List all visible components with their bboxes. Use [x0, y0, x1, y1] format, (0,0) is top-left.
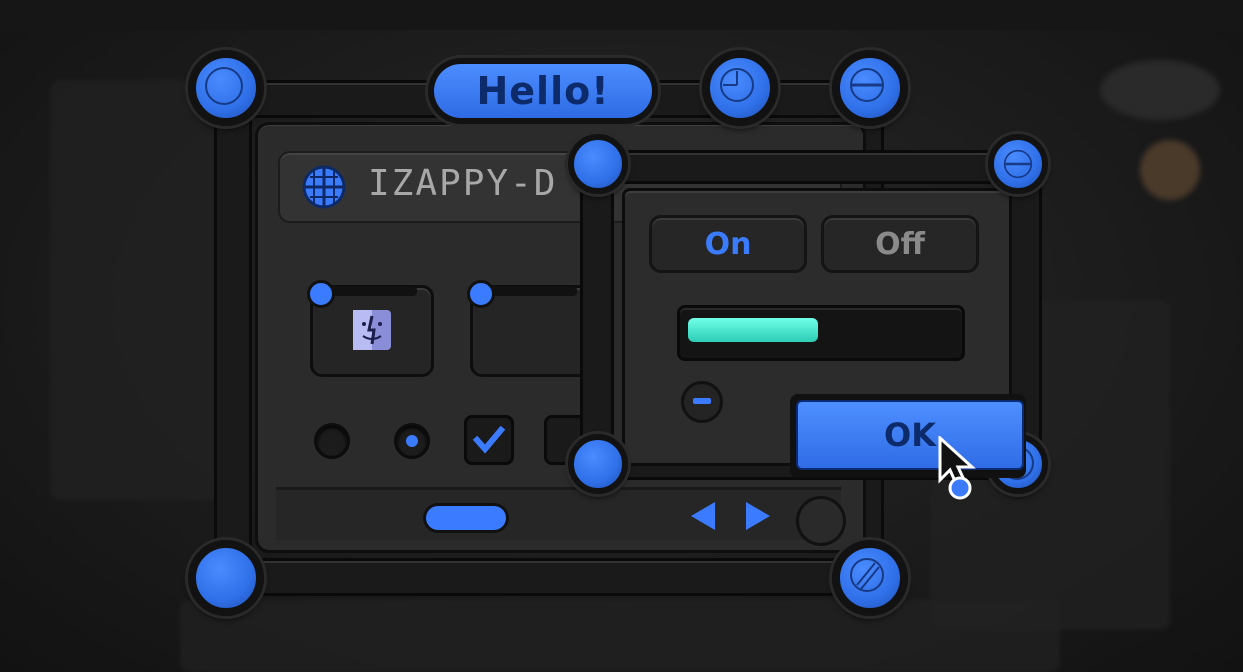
check-icon	[472, 425, 506, 454]
ok-label: OK	[796, 400, 1024, 470]
finder-button[interactable]	[307, 280, 434, 377]
progress-bar	[677, 305, 965, 361]
button-top-bar	[487, 286, 577, 296]
scroll-knob[interactable]	[796, 496, 846, 546]
background-menubar	[0, 0, 1243, 30]
bottom-controls	[276, 487, 846, 546]
minus-circle-button[interactable]	[832, 50, 908, 126]
frame-bar-left	[214, 80, 252, 596]
hello-label: Hello!	[434, 64, 652, 118]
checkbox-checked[interactable]	[464, 415, 514, 465]
background-panel	[180, 600, 1060, 672]
radio-selected[interactable]	[394, 423, 430, 459]
horizontal-slider-thumb[interactable]	[426, 506, 506, 530]
minus-button[interactable]	[681, 381, 723, 423]
radio-dot	[406, 435, 418, 447]
radio-unselected[interactable]	[314, 423, 350, 459]
background-blob	[1140, 140, 1200, 200]
button-top-bar	[327, 286, 417, 296]
progress-fill	[688, 318, 818, 342]
corner-knob-top-left[interactable]	[188, 50, 264, 126]
finder-icon	[353, 310, 391, 350]
window-title: IZAPPY-D	[368, 163, 558, 204]
slash-circle-button[interactable]	[832, 540, 908, 616]
pointer-cursor-icon	[938, 436, 976, 500]
button-pin	[307, 280, 335, 308]
left-arrow-icon[interactable]	[691, 502, 715, 530]
dialog-knob-bottom-left[interactable]	[568, 434, 628, 494]
right-arrow-icon[interactable]	[746, 502, 770, 530]
background-blob	[1100, 60, 1220, 120]
toggle-off[interactable]: Off	[821, 215, 979, 273]
clock-icon	[720, 68, 754, 102]
minus-circle-icon	[1003, 149, 1033, 179]
dialog-knob-top-left[interactable]	[568, 134, 628, 194]
clock-button[interactable]	[702, 50, 778, 126]
dialog-bar-top	[600, 150, 1026, 184]
button-pin	[467, 280, 495, 308]
dialog-minus-button[interactable]	[988, 134, 1048, 194]
ok-button[interactable]: OK	[790, 394, 1026, 478]
secondary-button[interactable]	[467, 280, 594, 377]
corner-knob-bottom-left[interactable]	[188, 540, 264, 616]
hello-badge[interactable]: Hello!	[428, 58, 658, 124]
globe-icon	[302, 165, 346, 209]
toggle-on[interactable]: On	[649, 215, 807, 273]
frame-bar-bottom	[218, 558, 884, 596]
slash-circle-icon	[850, 558, 884, 592]
dialog-bar-left	[580, 170, 614, 476]
minus-circle-icon	[850, 68, 884, 102]
